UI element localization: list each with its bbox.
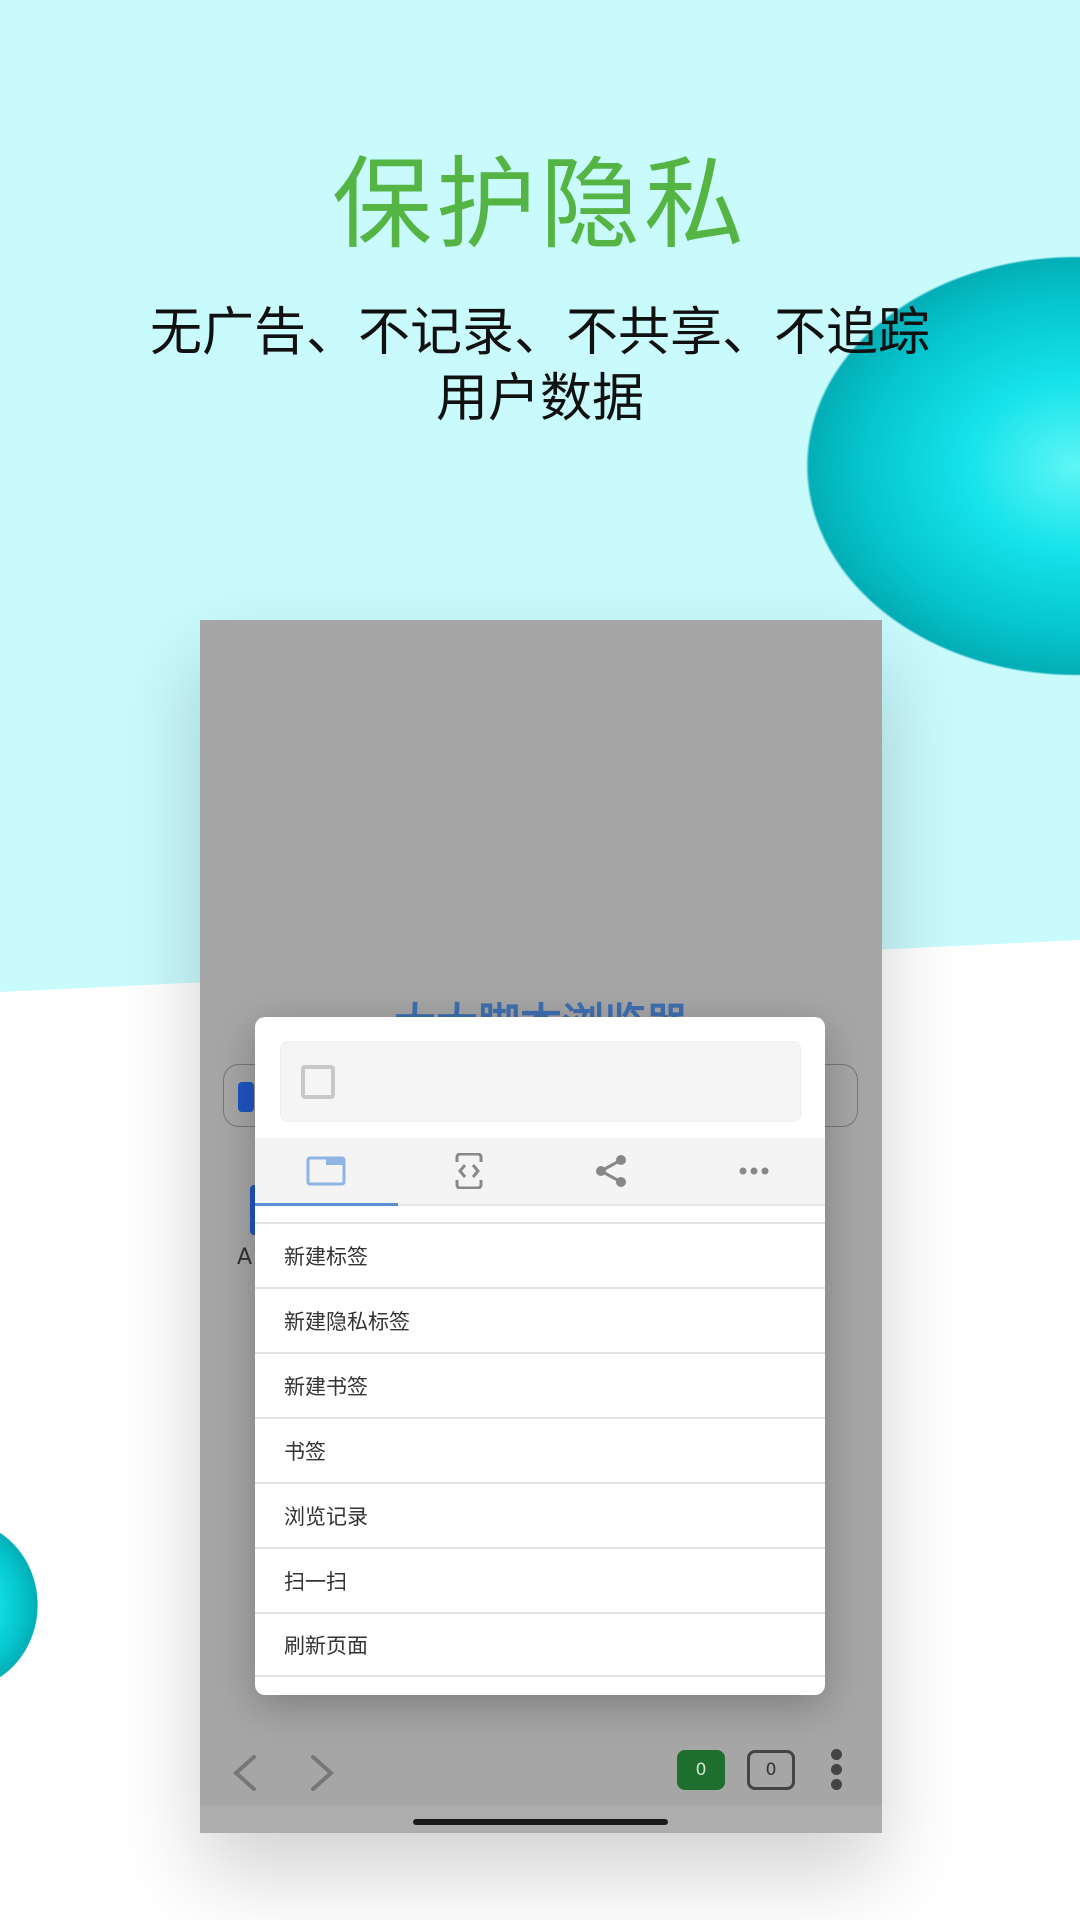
code-icon	[454, 1153, 483, 1189]
menu-item-new-tab[interactable]: 新建标签	[255, 1222, 825, 1287]
forward-arrow-icon[interactable]	[307, 1755, 337, 1791]
home-indicator[interactable]	[413, 1819, 668, 1825]
decorative-sphere-small	[0, 1520, 38, 1690]
hero-title: 保护隐私	[332, 146, 748, 263]
url-box[interactable]	[280, 1041, 801, 1122]
share-icon	[596, 1155, 627, 1187]
menu-item-scan[interactable]: 扫一扫	[255, 1547, 825, 1612]
more-horizontal-icon	[739, 1167, 769, 1175]
window-icon	[306, 1156, 346, 1186]
tab-more[interactable]	[683, 1138, 826, 1204]
shortcut-label: A	[237, 1245, 253, 1270]
menu-item-new-private-tab[interactable]: 新建隐私标签	[255, 1287, 825, 1352]
menu-list: 新建标签 新建隐私标签 新建书签 书签 浏览记录 扫一扫 刷新页面	[255, 1222, 825, 1677]
browser-menu-popup: 新建标签 新建隐私标签 新建书签 书签 浏览记录 扫一扫 刷新页面	[255, 1017, 825, 1695]
tab-window[interactable]	[255, 1138, 398, 1206]
menu-tabs	[255, 1138, 825, 1206]
menu-item-history[interactable]: 浏览记录	[255, 1482, 825, 1547]
hero-subtitle-line2: 用户数据	[435, 369, 644, 429]
search-engine-logo-icon	[238, 1082, 254, 1112]
hero-subtitle-line1: 无广告、不记录、不共享、不追踪	[149, 303, 930, 363]
more-vertical-icon[interactable]	[828, 1749, 844, 1794]
tab-code[interactable]	[398, 1138, 541, 1204]
tab-share[interactable]	[540, 1138, 683, 1204]
phone-screen: 大大脚本浏览器 A 新建标签 新建隐私标签 新建书签 书签 浏	[200, 620, 882, 1833]
favicon-placeholder-icon	[301, 1065, 335, 1099]
menu-item-new-bookmark[interactable]: 新建书签	[255, 1352, 825, 1417]
menu-item-refresh[interactable]: 刷新页面	[255, 1612, 825, 1677]
back-arrow-icon[interactable]	[230, 1755, 260, 1791]
tab-count-button[interactable]: 0	[677, 1750, 725, 1790]
bottom-toolbar: 0 0	[200, 1735, 882, 1805]
private-tab-count-button[interactable]: 0	[747, 1750, 795, 1790]
menu-item-bookmarks[interactable]: 书签	[255, 1417, 825, 1482]
